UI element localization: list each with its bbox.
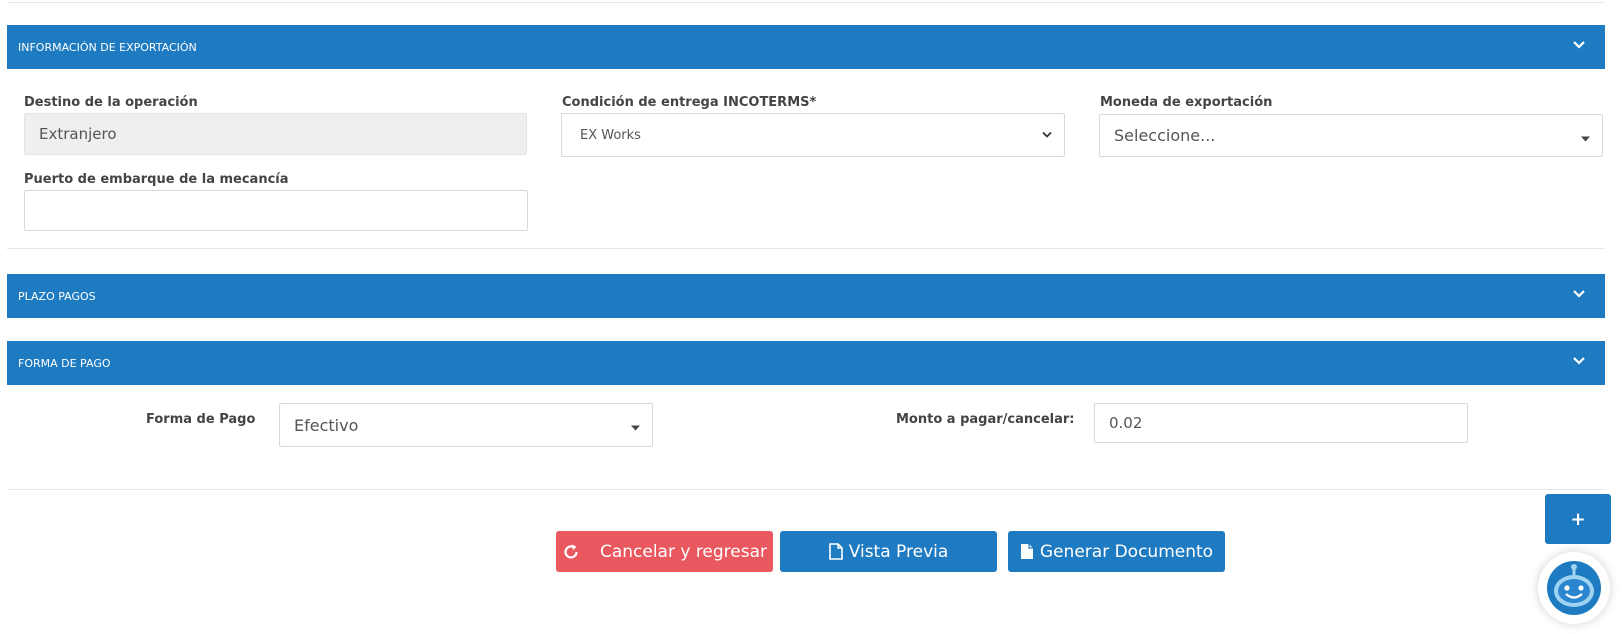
refresh-icon	[562, 543, 586, 561]
currency-value: Seleccione...	[1114, 126, 1216, 145]
robot-assistant-icon[interactable]	[1538, 552, 1610, 624]
payment-method-label: Forma de Pago	[146, 412, 256, 427]
chevron-down-icon	[1573, 355, 1585, 368]
caret-down-icon	[631, 416, 640, 435]
preview-button[interactable]: Vista Previa	[780, 531, 997, 572]
section-title: INFORMACIÓN DE EXPORTACIÓN	[18, 40, 197, 54]
destination-value: Extranjero	[39, 125, 117, 143]
section-title: FORMA DE PAGO	[18, 356, 111, 370]
port-label: Puerto de embarque de la mecancía	[24, 172, 289, 187]
generate-document-button[interactable]: Generar Documento	[1008, 531, 1225, 572]
file-outline-icon	[828, 543, 849, 560]
currency-label: Moneda de exportación	[1100, 95, 1273, 110]
chevron-down-icon	[1573, 288, 1585, 301]
section-header-payment-terms[interactable]: PLAZO PAGOS	[7, 274, 1605, 318]
top-divider	[7, 0, 1605, 3]
destination-label: Destino de la operación	[24, 95, 198, 110]
preview-button-label: Vista Previa	[848, 541, 949, 562]
section-header-export-info[interactable]: INFORMACIÓN DE EXPORTACIÓN	[7, 25, 1605, 69]
incoterms-value: EX Works	[580, 127, 641, 143]
chevron-down-icon	[1573, 39, 1585, 52]
cancel-button[interactable]: Cancelar y regresar	[556, 531, 773, 572]
payment-method-value: Efectivo	[294, 415, 359, 435]
file-solid-icon	[1020, 543, 1040, 560]
caret-down-icon	[1581, 126, 1590, 145]
incoterms-label: Condición de entrega INCOTERMS*	[562, 95, 817, 110]
amount-label: Monto a pagar/cancelar:	[896, 412, 1075, 427]
cancel-button-label: Cancelar y regresar	[599, 541, 768, 562]
port-input[interactable]	[24, 190, 528, 231]
export-info-body: Destino de la operación Extranjero Condi…	[7, 69, 1605, 249]
amount-input[interactable]: 0.02	[1094, 403, 1468, 443]
destination-field[interactable]: Extranjero	[24, 113, 527, 155]
amount-value: 0.02	[1109, 414, 1143, 432]
generate-document-label: Generar Documento	[1039, 541, 1214, 562]
currency-select[interactable]: Seleccione...	[1099, 114, 1603, 157]
add-button[interactable]: +	[1545, 494, 1611, 544]
payment-method-body: Forma de Pago Efectivo Monto a pagar/can…	[7, 385, 1605, 490]
payment-method-select[interactable]: Efectivo	[279, 403, 653, 447]
section-title: PLAZO PAGOS	[18, 289, 96, 303]
chevron-down-icon	[1042, 128, 1052, 143]
section-header-payment-method[interactable]: FORMA DE PAGO	[7, 341, 1605, 385]
incoterms-select[interactable]: EX Works	[561, 113, 1065, 157]
